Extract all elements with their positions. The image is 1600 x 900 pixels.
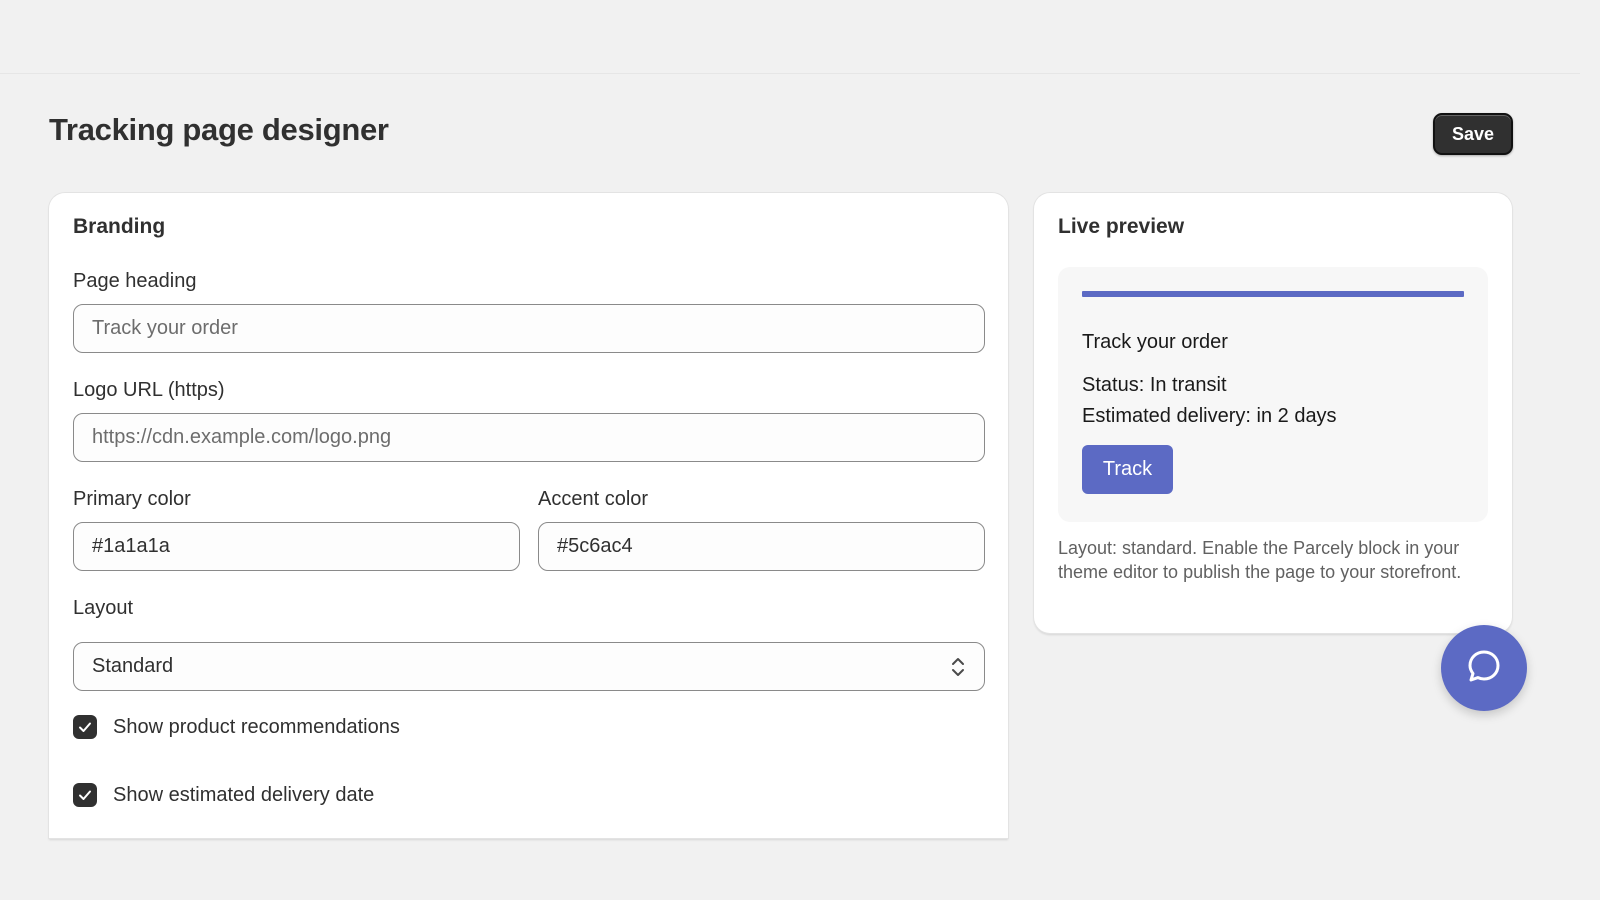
layout-select[interactable]: Standard bbox=[73, 642, 985, 691]
layout-label: Layout bbox=[73, 597, 134, 619]
preview-heading: Track your order bbox=[1082, 331, 1228, 353]
chat-button[interactable] bbox=[1441, 625, 1527, 711]
page-heading-input[interactable] bbox=[73, 304, 985, 353]
primary-color-input[interactable] bbox=[73, 522, 520, 571]
accent-color-input[interactable] bbox=[538, 522, 985, 571]
checkbox-label: Show estimated delivery date bbox=[113, 783, 375, 806]
chevron-up-down-icon bbox=[950, 655, 966, 679]
accent-color-label: Accent color bbox=[538, 488, 649, 510]
save-button[interactable]: Save bbox=[1433, 113, 1513, 155]
logo-url-input[interactable] bbox=[73, 413, 985, 462]
track-button[interactable]: Track bbox=[1082, 445, 1173, 494]
primary-color-label: Primary color bbox=[73, 488, 191, 510]
checkmark-icon[interactable] bbox=[73, 783, 97, 807]
branding-title: Branding bbox=[73, 215, 166, 238]
chat-bubble-icon bbox=[1465, 647, 1503, 690]
page-heading-label: Page heading bbox=[73, 270, 197, 292]
checkmark-icon[interactable] bbox=[73, 715, 97, 739]
top-divider bbox=[0, 73, 1580, 74]
layout-select-value: Standard bbox=[92, 655, 174, 677]
checkbox-label: Show product recommendations bbox=[113, 715, 400, 738]
branding-card: Branding Page heading Logo URL (https) P… bbox=[49, 193, 1008, 838]
preview-frame: Track your order Status: In transit Esti… bbox=[1058, 267, 1488, 522]
checkbox-product-recommendations[interactable]: Show product recommendations bbox=[73, 713, 400, 741]
preview-help-text: Layout: standard. Enable the Parcely blo… bbox=[1058, 538, 1462, 582]
preview-status: Status: In transit bbox=[1082, 374, 1227, 396]
live-preview-title: Live preview bbox=[1058, 215, 1185, 238]
page-title: Tracking page designer bbox=[49, 112, 389, 147]
accent-bar bbox=[1082, 291, 1464, 297]
preview-delivery: Estimated delivery: in 2 days bbox=[1082, 405, 1337, 427]
live-preview-card: Live preview Track your order Status: In… bbox=[1034, 193, 1512, 633]
logo-url-label: Logo URL (https) bbox=[73, 379, 225, 401]
checkbox-estimated-delivery[interactable]: Show estimated delivery date bbox=[73, 781, 374, 809]
